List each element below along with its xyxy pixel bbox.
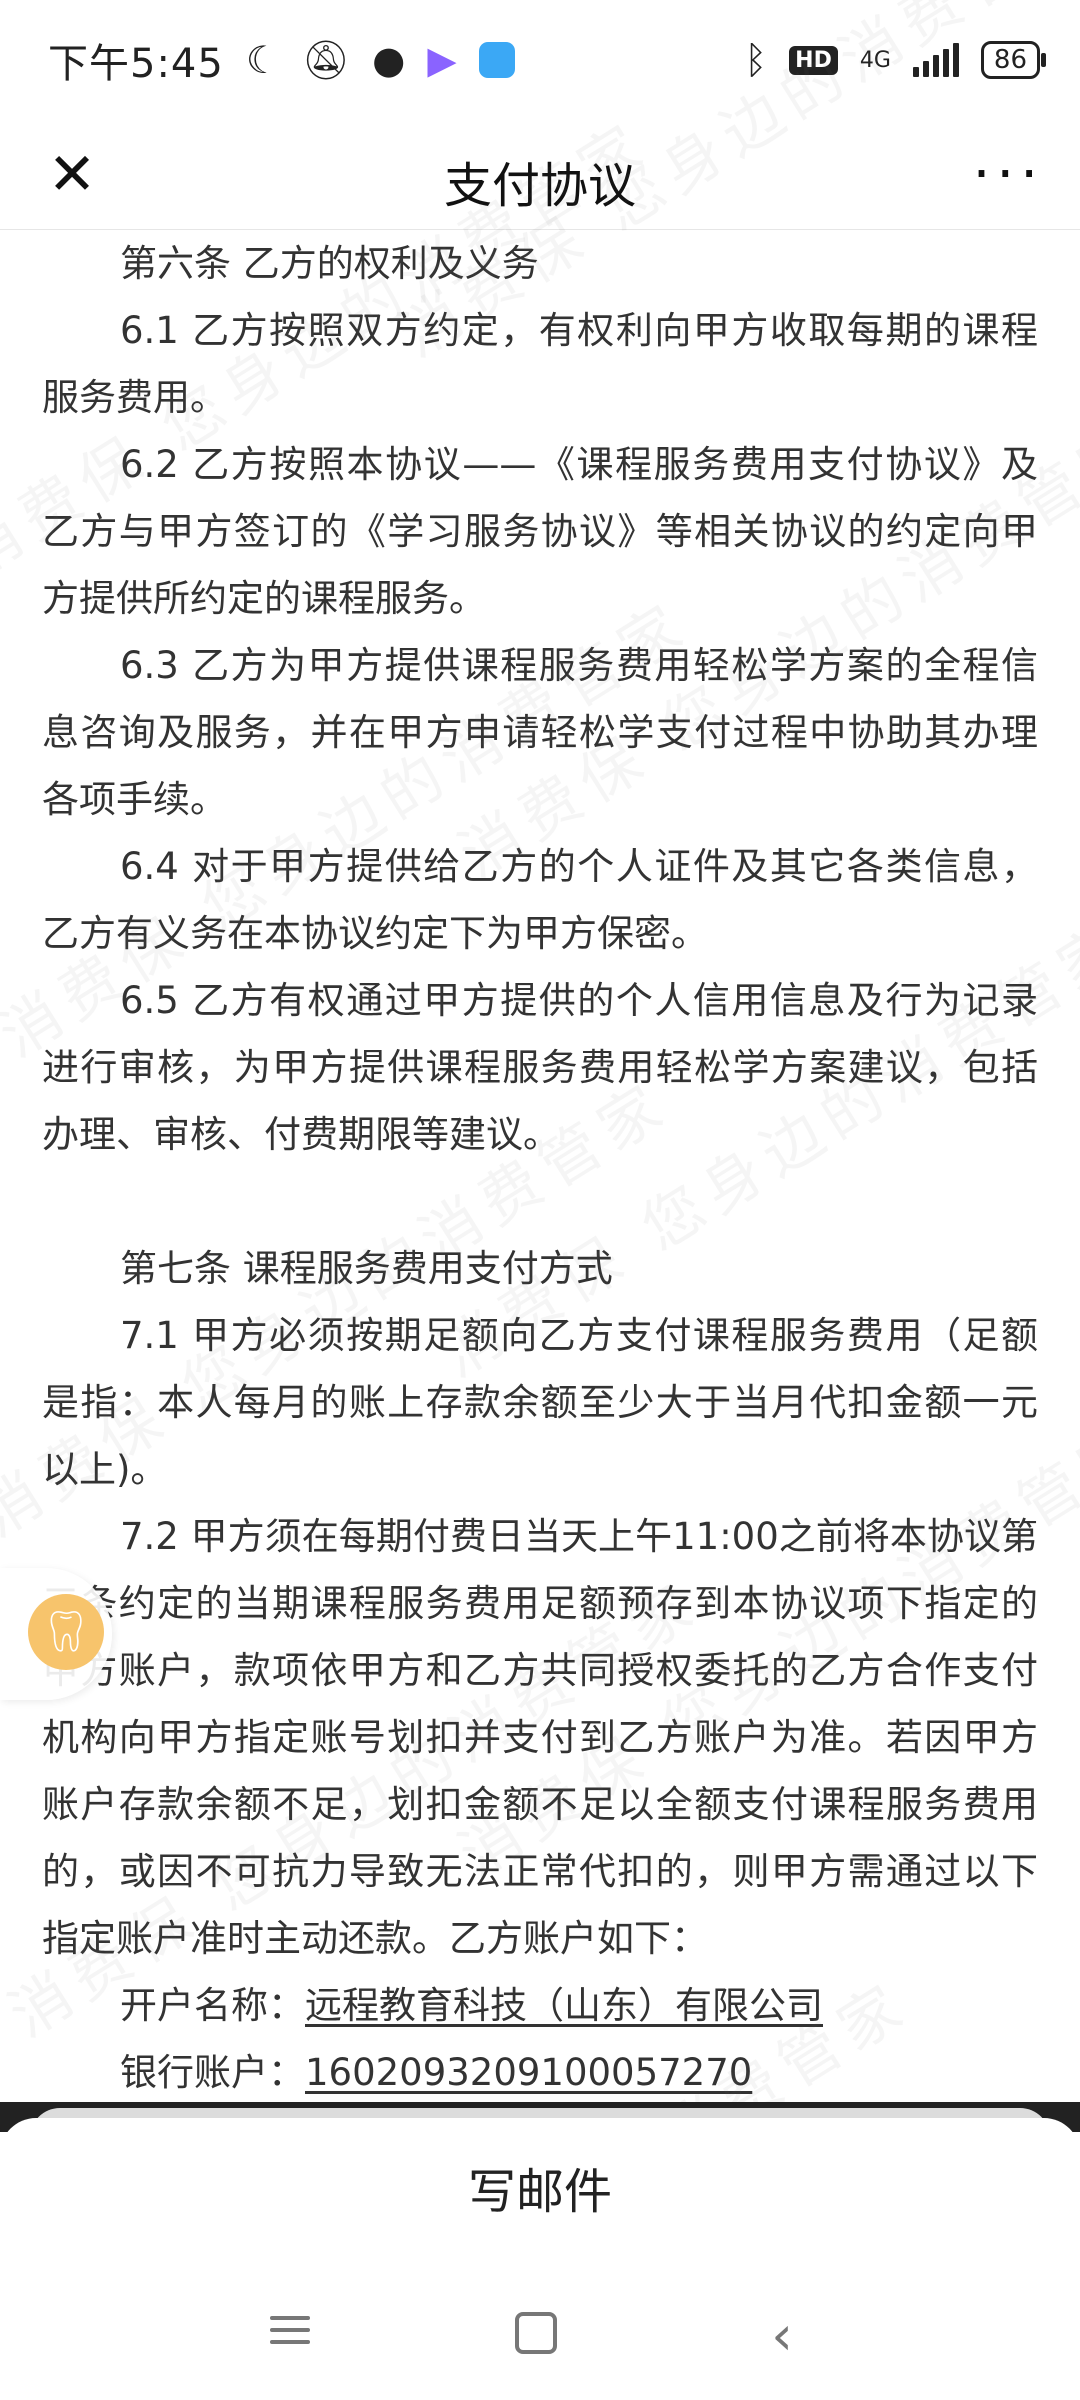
- hd-icon: HD: [789, 45, 838, 75]
- clause-6-3: 6.3 乙方为甲方提供课程服务费用轻松学方案的全程信息咨询及服务，并在甲方申请轻…: [42, 644, 1038, 821]
- battery-icon: 86: [980, 41, 1047, 79]
- bluetooth-icon: ᛒ: [744, 38, 768, 82]
- clause-6-1: 6.1 乙方按照双方约定，有权利向甲方收取每期的课程服务费用。: [42, 309, 1038, 419]
- network-type: 4G: [859, 47, 891, 73]
- article-7-title: 第七条 课程服务费用支付方式: [120, 1247, 613, 1290]
- status-left: 下午5:45 ☾ 🔕︎ ● ▶: [48, 31, 515, 89]
- home-icon[interactable]: [506, 2308, 566, 2364]
- nav-bar: ✕ 支付协议 ···: [0, 120, 1080, 230]
- status-time: 下午5:45: [48, 41, 224, 87]
- moon-icon: ☾: [245, 38, 280, 82]
- tooth-icon: 🦷︎: [28, 1594, 104, 1670]
- bank-account-value: 1602093209100057270: [305, 2051, 753, 2094]
- account-name-row: 开户名称：远程教育科技（山东）有限公司: [42, 1972, 1038, 2039]
- clause-6-5: 6.5 乙方有权通过甲方提供的个人信用信息及行为记录进行审核，为甲方提供课程服务…: [42, 979, 1038, 1156]
- penguin-app-icon: ●: [372, 38, 406, 82]
- article-6-title: 第六条 乙方的权利及义务: [120, 242, 539, 285]
- clause-6-4: 6.4 对于甲方提供给乙方的个人证件及其它各类信息，乙方有义务在本协议约定下为甲…: [42, 845, 1038, 955]
- play-app-icon: ▶: [427, 38, 457, 82]
- clause-7-1: 7.1 甲方必须按期足额向乙方支付课程服务费用（足额是指：本人每月的账上存款余额…: [42, 1314, 1038, 1491]
- back-icon[interactable]: ‹: [752, 2308, 812, 2364]
- app-badge-icon: [478, 42, 515, 78]
- account-name-label: 开户名称：: [120, 1984, 305, 2027]
- bank-account-label: 银行账户：: [120, 2051, 305, 2094]
- clause-7-2: 7.2 甲方须在每期付费日当天上午11:00之前将本协议第三条约定的当期课程服务…: [42, 1515, 1038, 1960]
- agreement-content[interactable]: 第六条 乙方的权利及义务 6.1 乙方按照双方约定，有权利向甲方收取每期的课程服…: [0, 230, 1080, 2110]
- page-title: 支付协议: [443, 158, 636, 214]
- recent-apps-icon[interactable]: [260, 2308, 320, 2364]
- compose-email-button[interactable]: 写邮件: [0, 2152, 1080, 2222]
- signal-icon: [912, 43, 959, 77]
- more-options-icon[interactable]: ···: [973, 142, 1044, 207]
- status-right: ᛒ HD 4G 86: [744, 38, 1047, 82]
- system-nav-bar: ‹: [0, 2290, 1080, 2380]
- clause-6-2: 6.2 乙方按照本协议——《课程服务费用支付协议》及乙方与甲方签订的《学习服务协…: [42, 443, 1038, 620]
- account-name-value: 远程教育科技（山东）有限公司: [305, 1984, 823, 2027]
- status-bar: 下午5:45 ☾ 🔕︎ ● ▶ ᛒ HD 4G 86: [0, 0, 1080, 120]
- bank-account-row: 银行账户：1602093209100057270: [42, 2039, 1038, 2106]
- mute-icon: 🔕︎: [301, 38, 351, 82]
